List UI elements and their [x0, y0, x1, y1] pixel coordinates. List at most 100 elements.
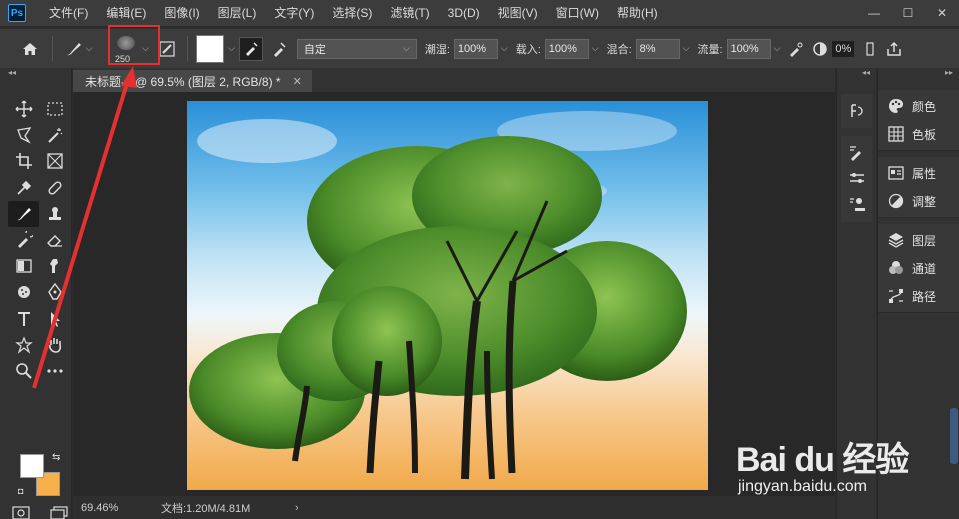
canvas-area[interactable]: [73, 92, 835, 496]
pen-tool[interactable]: [39, 279, 70, 305]
airbrush-button[interactable]: [784, 37, 808, 61]
document-tab[interactable]: 未标题-1 @ 69.5% (图层 2, RGB/8) * ✕: [73, 70, 312, 92]
menu-filter[interactable]: 滤镜(T): [381, 0, 438, 26]
clone-source-icon: [849, 198, 865, 211]
history-brush-tool[interactable]: [8, 227, 39, 253]
collapse-icon[interactable]: ◂◂: [837, 68, 876, 78]
color-panels-group: 颜色 色板: [878, 90, 959, 151]
window-controls: — ☐ ✕: [857, 0, 959, 26]
path-select-tool[interactable]: [39, 306, 70, 332]
clone-stamp-tool[interactable]: [39, 201, 70, 227]
more-tools-button[interactable]: [39, 358, 70, 384]
collapse-icon[interactable]: ▸▸: [878, 68, 959, 84]
chevron-down-icon[interactable]: ⌵: [592, 43, 599, 54]
status-menu-arrow[interactable]: ›: [295, 502, 299, 514]
maximize-button[interactable]: ☐: [891, 0, 925, 26]
clean-brush-button[interactable]: [267, 37, 291, 61]
shape-tool[interactable]: [8, 332, 39, 358]
home-button[interactable]: [16, 35, 44, 63]
menu-image[interactable]: 图像(I): [155, 0, 208, 26]
brushes-button[interactable]: [841, 166, 872, 192]
foreground-color-swatch[interactable]: [20, 454, 44, 478]
magic-wand-tool[interactable]: [39, 122, 70, 148]
menu-select[interactable]: 选择(S): [323, 0, 381, 26]
gradient-tool[interactable]: [8, 253, 39, 279]
zoom-level[interactable]: 69.46%: [81, 502, 161, 514]
collapse-icon[interactable]: ◂◂: [0, 68, 71, 78]
flow-input[interactable]: 100%: [726, 38, 771, 59]
crop-tool[interactable]: [8, 148, 39, 174]
panel-tab-paths[interactable]: 路径: [878, 282, 959, 310]
panel-scroll-grip[interactable]: [950, 408, 958, 464]
panel-label: 色板: [912, 127, 937, 142]
wet-input[interactable]: 100%: [453, 38, 498, 59]
minimize-button[interactable]: —: [857, 0, 891, 26]
swap-colors-icon[interactable]: ⇆: [52, 452, 60, 463]
chevron-down-icon: ⌵: [403, 43, 410, 53]
panel-tab-channels[interactable]: 通道: [878, 254, 959, 282]
blend-preset-select[interactable]: 自定 ⌵: [296, 38, 417, 59]
channels-icon: [889, 261, 903, 274]
zoom-tool[interactable]: [8, 358, 39, 384]
smudge-tool[interactable]: [39, 253, 70, 279]
angle-button[interactable]: [808, 37, 832, 61]
move-icon: [15, 100, 32, 118]
brush-settings-button[interactable]: [841, 140, 872, 166]
menu-file[interactable]: 文件(F): [40, 0, 97, 26]
load-input[interactable]: 100%: [544, 38, 589, 59]
menu-3d[interactable]: 3D(D): [439, 0, 489, 26]
clean-brush-icon: [273, 41, 286, 57]
share-button[interactable]: [882, 37, 906, 61]
chevron-down-icon[interactable]: ⌵: [683, 43, 690, 54]
frame-tool[interactable]: [39, 148, 70, 174]
load-brush-button[interactable]: [238, 36, 263, 61]
marquee-tool[interactable]: [39, 96, 70, 122]
chevron-down-icon[interactable]: ⌵: [774, 43, 781, 54]
smudge-icon: [49, 259, 58, 274]
eraser-tool[interactable]: [39, 227, 70, 253]
load-brush-icon: [245, 41, 258, 56]
adjust-icon: [888, 193, 904, 209]
gradient-icon: [15, 259, 32, 273]
close-icon[interactable]: ✕: [293, 75, 302, 88]
eyedropper-icon: [16, 180, 31, 195]
mix-label: 混合:: [606, 43, 632, 56]
panel-tab-swatches[interactable]: 色板: [878, 120, 959, 148]
menu-view[interactable]: 视图(V): [489, 0, 547, 26]
menu-help[interactable]: 帮助(H): [608, 0, 667, 26]
lasso-tool[interactable]: [8, 122, 39, 148]
eyedropper-tool[interactable]: [8, 175, 39, 201]
sponge-icon: [17, 286, 30, 299]
menu-type[interactable]: 文字(Y): [265, 0, 323, 26]
chevron-down-icon[interactable]: ⌵: [501, 43, 508, 54]
healing-brush-tool[interactable]: [39, 175, 70, 201]
mix-input[interactable]: 8%: [635, 38, 680, 59]
screen-mode-button[interactable]: [50, 506, 68, 519]
panel-tab-layers[interactable]: 图层: [878, 226, 959, 254]
panel-tab-adjustments[interactable]: 调整: [878, 187, 959, 215]
hand-tool[interactable]: [39, 332, 70, 358]
quick-mask-button[interactable]: [12, 506, 30, 519]
move-tool[interactable]: [8, 96, 39, 122]
brush-tool-preset-button[interactable]: ⌵: [61, 37, 95, 61]
chevron-down-icon: ⌵: [85, 43, 93, 53]
crop-icon: [15, 153, 32, 170]
history-panel-button[interactable]: [841, 98, 872, 124]
panel-tab-properties[interactable]: 属性: [878, 159, 959, 187]
close-button[interactable]: ✕: [925, 0, 959, 26]
menu-layer[interactable]: 图层(L): [209, 0, 266, 26]
canvas-image[interactable]: [187, 101, 708, 490]
mixer-brush-tool[interactable]: [8, 200, 39, 227]
tools-panel: ◂◂ ⇆ ◘: [0, 68, 72, 519]
clone-source-button[interactable]: [841, 192, 872, 218]
angle-value[interactable]: 0%: [832, 40, 855, 57]
default-colors-icon[interactable]: ◘: [18, 486, 28, 496]
current-color-swatch[interactable]: [196, 34, 224, 63]
palette-icon: [889, 99, 903, 113]
menu-edit[interactable]: 编辑(E): [97, 0, 155, 26]
pressure-button[interactable]: [858, 37, 882, 61]
dodge-tool[interactable]: [8, 279, 39, 305]
panel-tab-color[interactable]: 颜色: [878, 92, 959, 120]
menu-window[interactable]: 窗口(W): [547, 0, 608, 26]
type-tool[interactable]: [8, 306, 39, 332]
